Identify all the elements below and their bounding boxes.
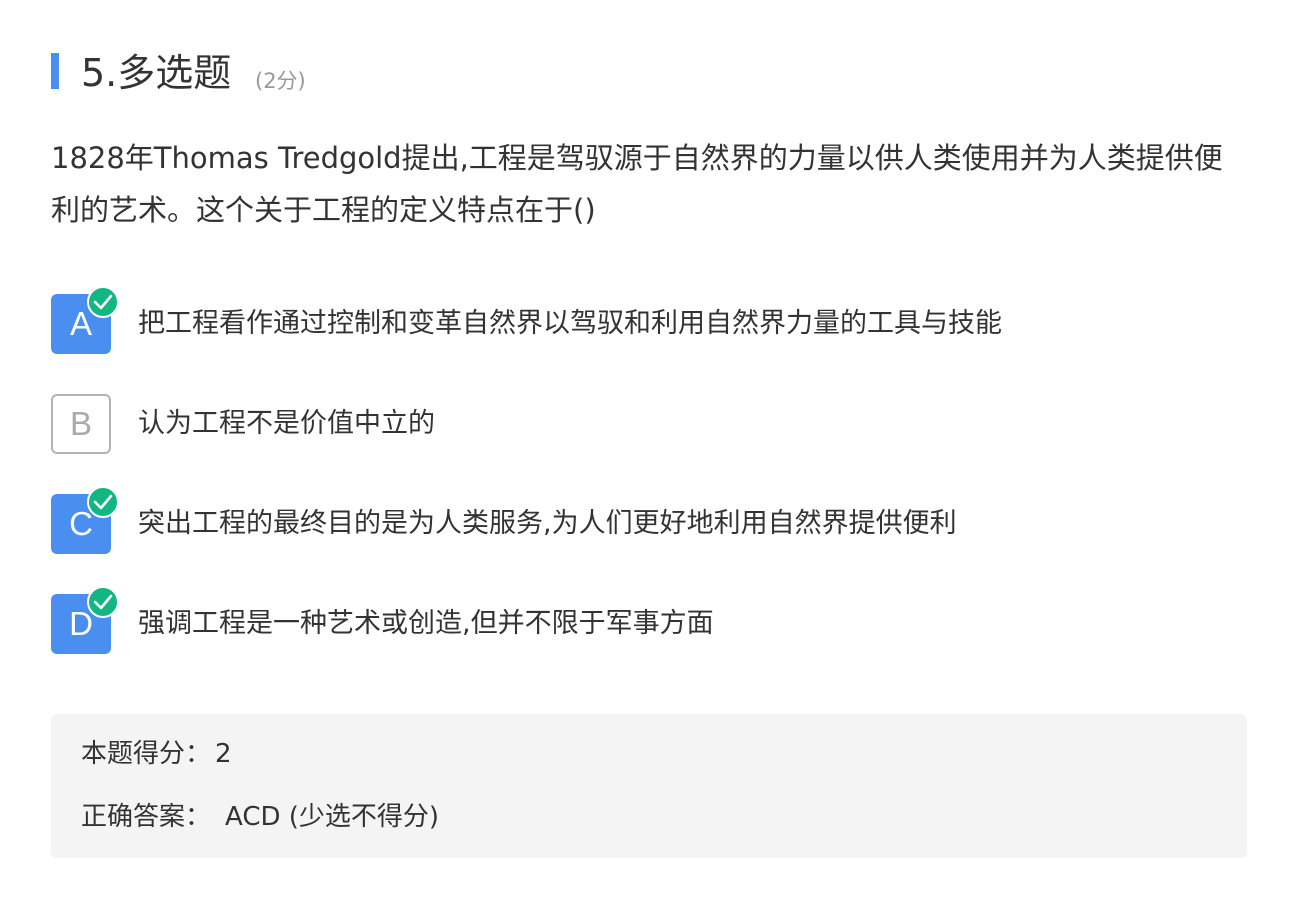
score-value: 2 [215,739,232,769]
answer-label: 正确答案： [81,802,212,832]
option-letter[interactable]: B [51,394,111,454]
option-text: 突出工程的最终目的是为人类服务,为人们更好地利用自然界提供便利 [138,508,957,539]
question-stem: 1828年Thomas Tredgold提出,工程是驾驭源于自然界的力量以供人类… [51,141,1223,227]
score-label: 本题得分： [81,739,212,769]
result-panel: 本题得分： 2 正确答案： ACD (少选不得分) [51,714,1247,858]
question-header: 5.多选题 (2分) [51,48,1247,98]
question-score: (2分) [255,69,306,93]
answer-row: 正确答案： ACD (少选不得分) [81,800,439,834]
question-card: 5.多选题 (2分) 1828年Thomas Tredgold提出,工程是驾驭源… [51,48,1247,654]
option-d[interactable]: D 强调工程是一种艺术或创造,但并不限于军事方面 [51,586,1247,654]
options-list: A 把工程看作通过控制和变革自然界以驾驭和利用自然界力量的工具与技能 B 认为工… [51,286,1247,694]
option-text: 强调工程是一种艺术或创造,但并不限于军事方面 [138,608,714,639]
score-row: 本题得分： 2 [81,737,232,771]
option-text: 把工程看作通过控制和变革自然界以驾驭和利用自然界力量的工具与技能 [138,308,1002,339]
answer-value: ACD (少选不得分) [225,802,440,832]
option-c[interactable]: C 突出工程的最终目的是为人类服务,为人们更好地利用自然界提供便利 [51,486,1247,554]
check-icon [87,586,119,618]
option-a[interactable]: A 把工程看作通过控制和变革自然界以驾驭和利用自然界力量的工具与技能 [51,286,1247,354]
option-b[interactable]: B 认为工程不是价值中立的 [51,394,1247,454]
title-accent-bar [51,53,59,89]
check-icon [87,486,119,518]
question-title: 5.多选题 [81,51,232,95]
option-text: 认为工程不是价值中立的 [138,408,435,439]
check-icon [87,286,119,318]
